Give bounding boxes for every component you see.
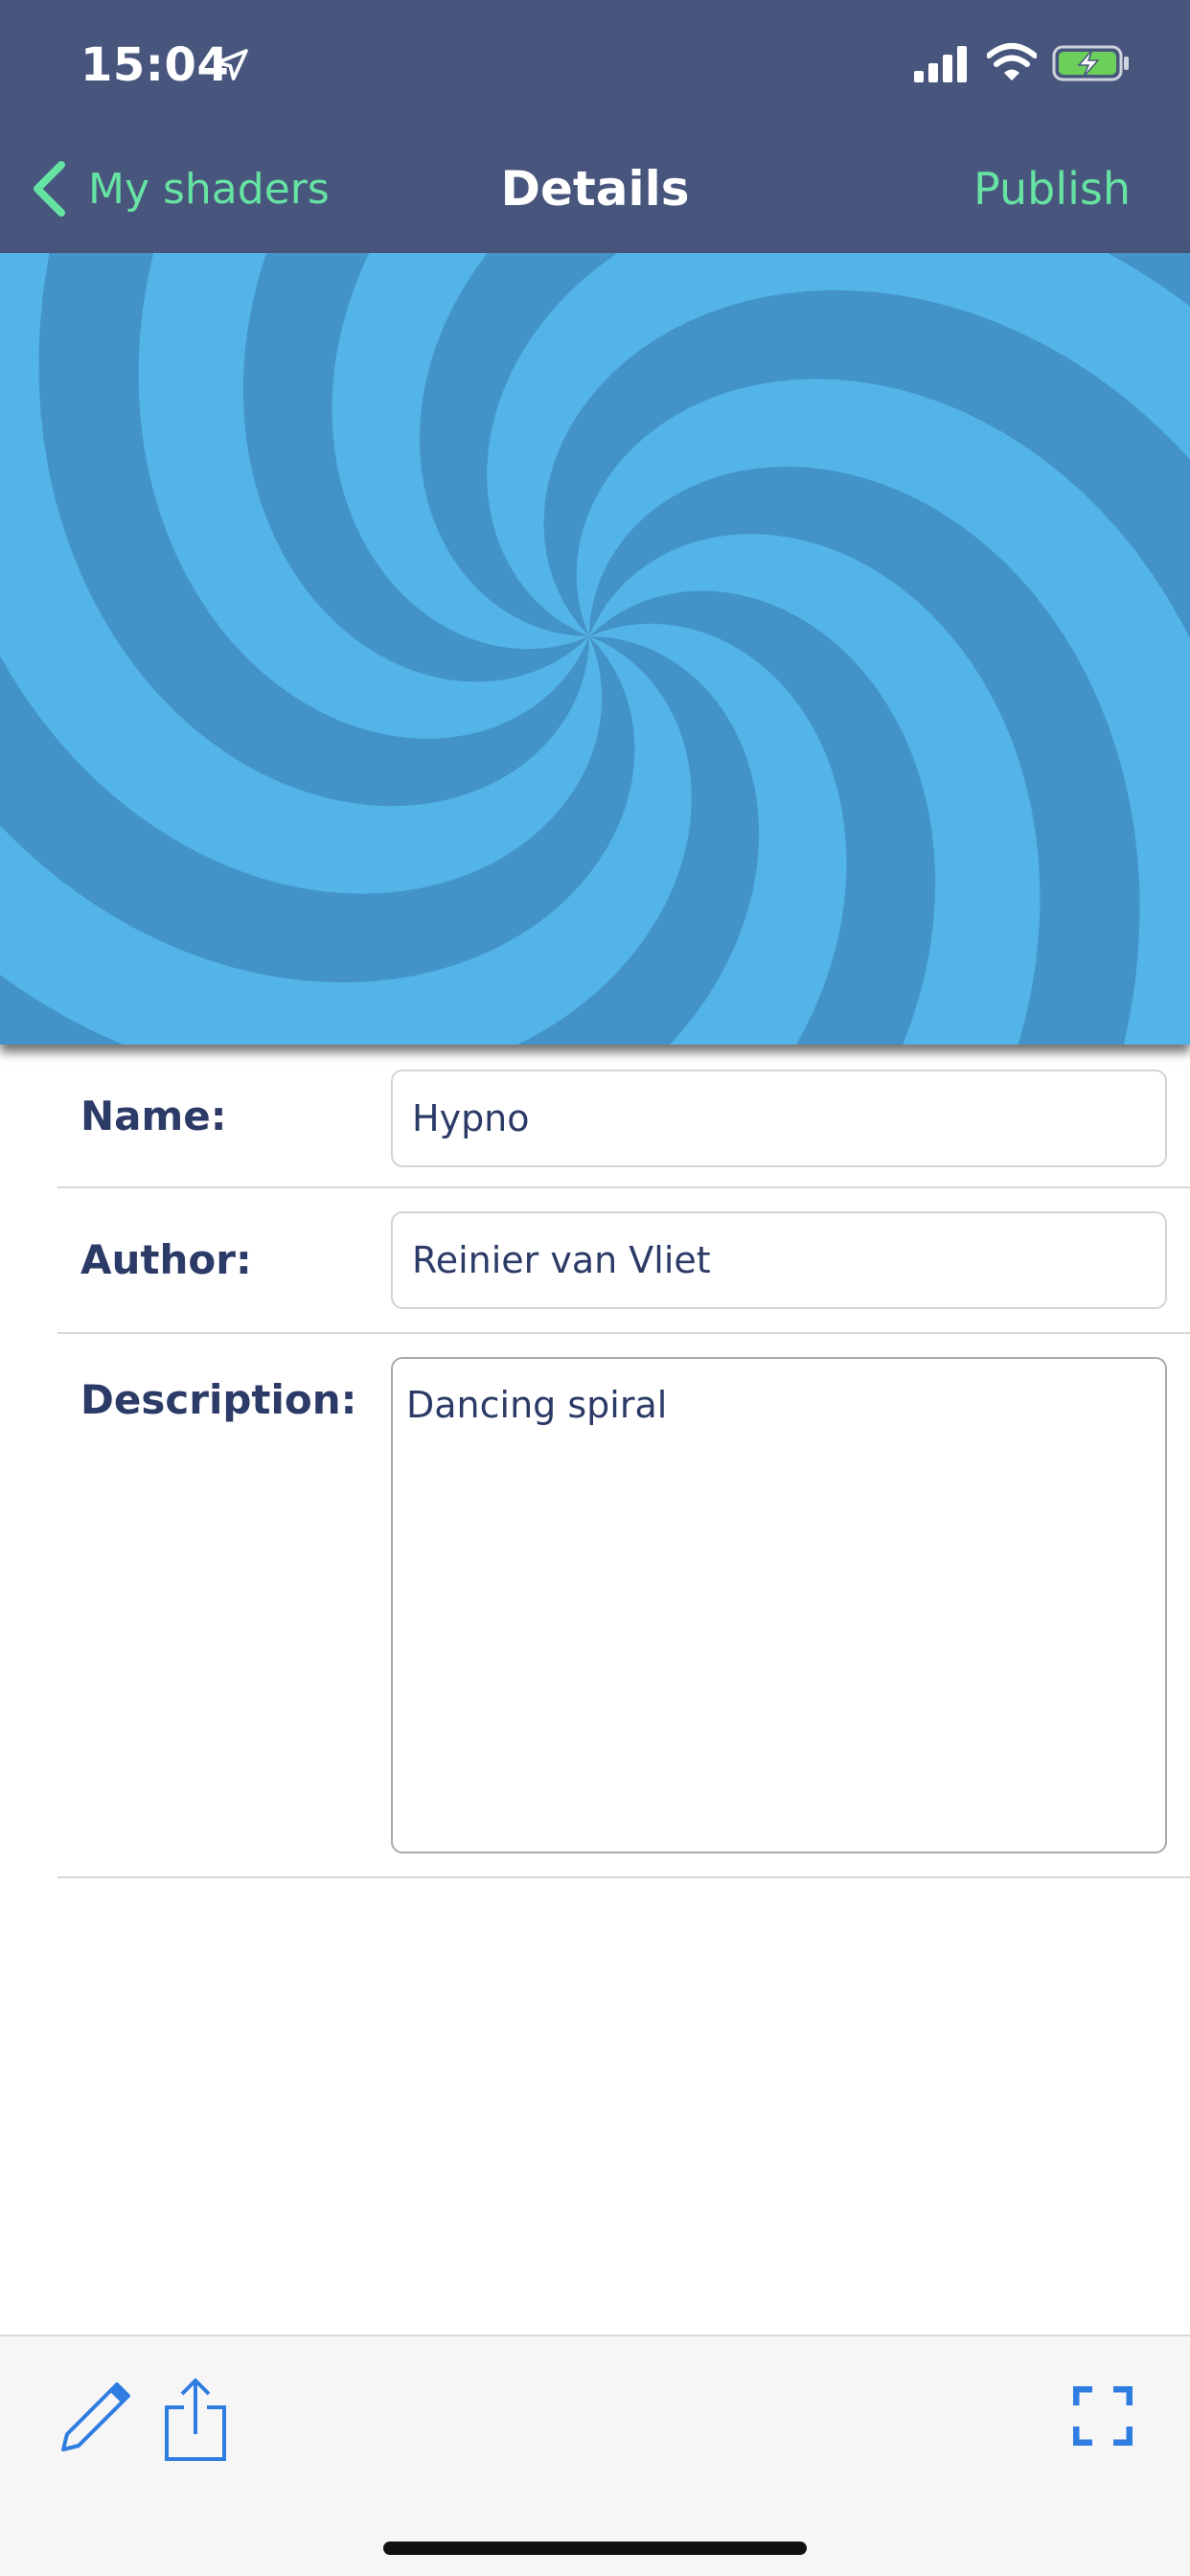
top-bar: 15:04 My shaders Details Publish xyxy=(0,0,1190,253)
publish-button[interactable]: Publish xyxy=(973,155,1131,222)
wifi-icon xyxy=(987,43,1037,80)
description-label: Description: xyxy=(80,1376,357,1423)
shader-preview[interactable] xyxy=(0,253,1190,1045)
back-button[interactable]: My shaders xyxy=(29,155,330,222)
navigation-bar: My shaders Details Publish xyxy=(0,126,1190,253)
name-value: Hypno xyxy=(412,1097,530,1139)
description-value: Dancing spiral xyxy=(406,1384,668,1426)
bottom-toolbar xyxy=(0,2334,1190,2576)
home-indicator xyxy=(383,2542,807,2555)
battery-charging-icon xyxy=(1052,45,1129,81)
back-button-label: My shaders xyxy=(88,164,330,214)
swirl-shader-image xyxy=(0,253,1190,1045)
description-row: Description: Dancing spiral xyxy=(57,1334,1190,1878)
pencil-icon[interactable] xyxy=(57,2379,134,2455)
status-time: 15:04 xyxy=(80,38,230,92)
status-bar: 15:04 xyxy=(0,0,1190,126)
name-label: Name: xyxy=(80,1092,227,1139)
share-icon[interactable] xyxy=(163,2377,228,2461)
name-row: Name: Hypno xyxy=(57,1045,1190,1188)
fullscreen-icon[interactable] xyxy=(1073,2386,1133,2446)
author-value: Reinier van Vliet xyxy=(412,1239,711,1281)
cellular-signal-icon xyxy=(914,46,967,82)
author-label: Author: xyxy=(80,1236,252,1283)
author-field[interactable]: Reinier van Vliet xyxy=(391,1211,1167,1309)
name-field[interactable]: Hypno xyxy=(391,1070,1167,1167)
description-textarea[interactable]: Dancing spiral xyxy=(391,1357,1167,1853)
location-arrow-icon xyxy=(216,49,248,80)
chevron-left-icon xyxy=(34,161,65,217)
author-row: Author: Reinier van Vliet xyxy=(57,1188,1190,1334)
